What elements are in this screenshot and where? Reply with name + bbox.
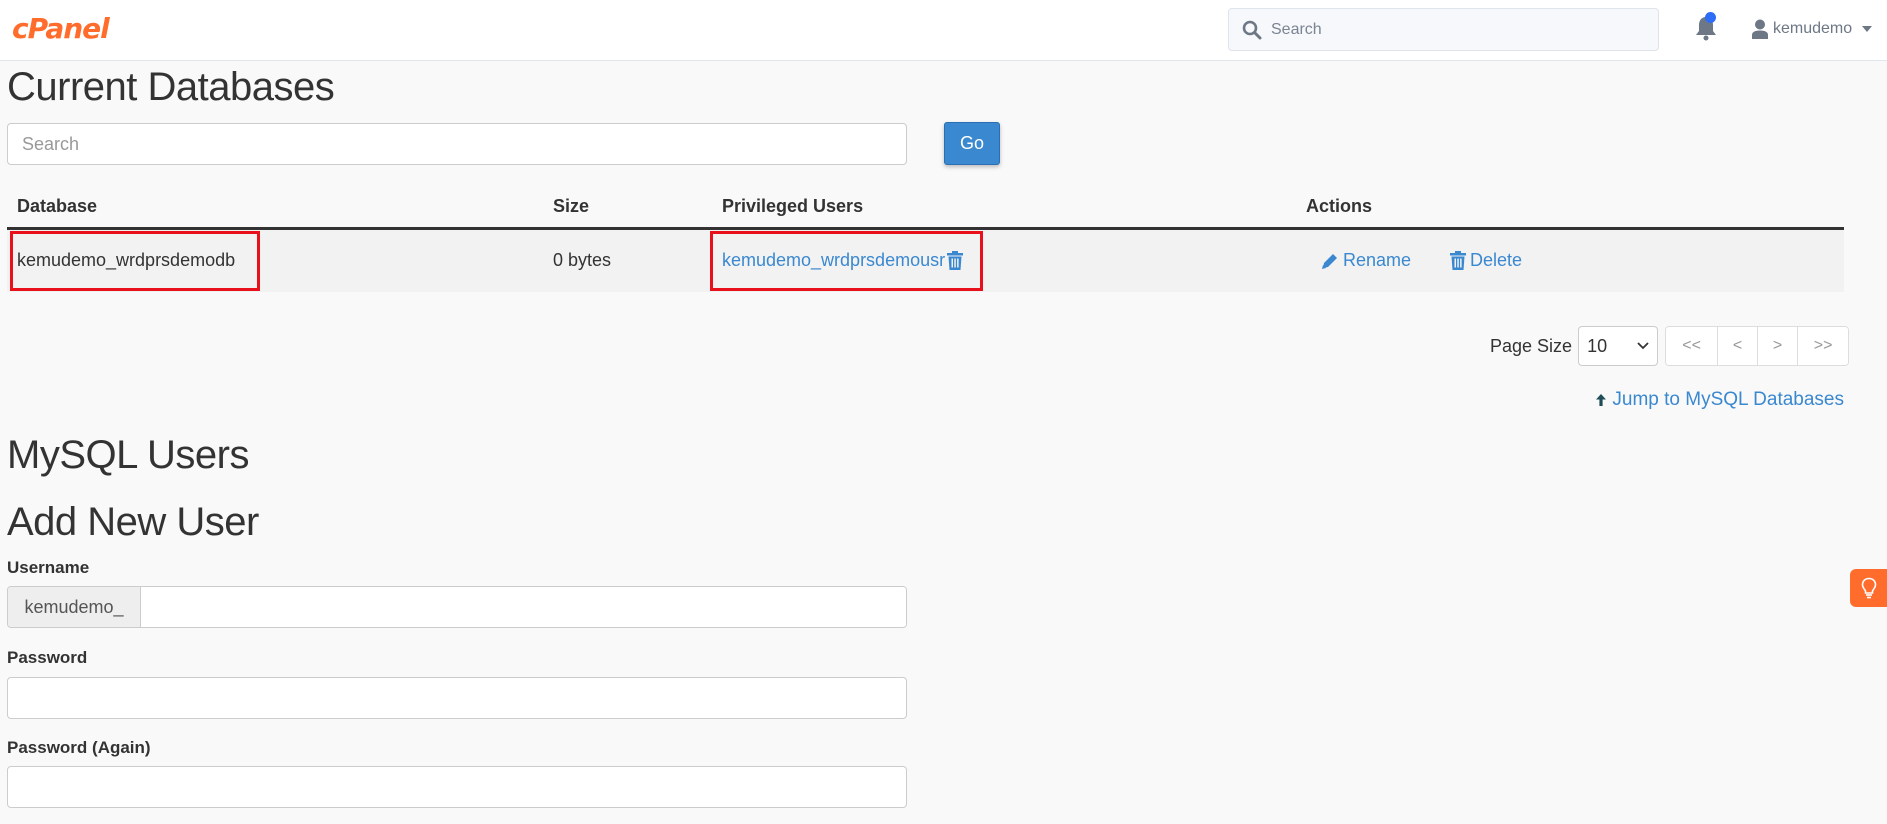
last-page-button[interactable]: >> xyxy=(1797,327,1849,365)
table-header: Database Size Privileged Users Actions xyxy=(7,190,1844,230)
delete-label: Delete xyxy=(1470,250,1523,270)
jump-to-mysql-databases-link[interactable]: Jump to MySQL Databases xyxy=(1595,389,1844,411)
column-header-actions: Actions xyxy=(1306,196,1373,216)
privileged-user-link[interactable]: kemudemo_wrdprsdemousr xyxy=(722,250,945,271)
rename-action[interactable]: Rename xyxy=(1321,250,1411,271)
password-input[interactable] xyxy=(7,677,907,719)
search-icon xyxy=(1242,20,1262,40)
lightbulb-icon xyxy=(1861,577,1876,599)
pencil-icon xyxy=(1322,253,1337,269)
username-input-group: kemudemo_ xyxy=(7,586,907,628)
cpanel-logo[interactable]: cPanel xyxy=(12,12,110,45)
mysql-users-heading: MySQL Users xyxy=(7,433,249,477)
page-size-label: Page Size xyxy=(1490,335,1573,356)
table-row: kemudemo_wrdprsdemodb 0 bytes kemudemo_w… xyxy=(7,230,1844,292)
trash-icon[interactable] xyxy=(947,251,964,270)
next-page-button[interactable]: > xyxy=(1757,327,1798,365)
chevron-down-icon xyxy=(1637,342,1649,350)
database-size: 0 bytes xyxy=(553,250,612,270)
pager: << < > >> xyxy=(1665,326,1850,366)
column-header-database[interactable]: Database xyxy=(17,196,97,217)
global-search xyxy=(1228,8,1659,51)
user-icon xyxy=(1752,19,1768,39)
notification-badge xyxy=(1705,12,1716,23)
delete-action[interactable]: Delete xyxy=(1450,250,1522,271)
database-name: kemudemo_wrdprsdemodb xyxy=(17,250,236,270)
global-search-input[interactable] xyxy=(1271,9,1651,50)
first-page-button[interactable]: << xyxy=(1666,327,1718,365)
tips-button[interactable] xyxy=(1850,569,1887,607)
databases-table: Database Size Privileged Users Actions k… xyxy=(7,190,1844,292)
column-header-privileged-users: Privileged Users xyxy=(722,196,864,216)
previous-page-button[interactable]: < xyxy=(1717,327,1758,365)
password-again-input[interactable] xyxy=(7,766,907,808)
page-size-value: 10 xyxy=(1587,335,1608,356)
go-button[interactable]: Go xyxy=(944,122,1000,165)
username-input[interactable] xyxy=(141,587,906,627)
user-menu[interactable]: kemudemo xyxy=(1751,16,1873,42)
privileged-user-cell: kemudemo_wrdprsdemousr xyxy=(722,250,964,271)
password-label: Password xyxy=(7,648,88,667)
rename-label: Rename xyxy=(1343,250,1412,270)
add-new-user-heading: Add New User xyxy=(7,500,259,544)
pagination-controls: Page Size 10 << < > >> xyxy=(1490,326,1850,366)
top-navbar: cPanel kemudemo xyxy=(0,0,1887,61)
database-search-input[interactable] xyxy=(7,123,907,165)
jump-link-label: Jump to MySQL Databases xyxy=(1612,389,1844,410)
trash-icon xyxy=(1450,251,1466,270)
username-prefix: kemudemo_ xyxy=(8,587,141,627)
chevron-down-icon xyxy=(1862,26,1873,32)
username-label: Username xyxy=(7,558,90,577)
password-again-label: Password (Again) xyxy=(7,738,151,757)
username-label: kemudemo xyxy=(1773,20,1853,37)
arrow-up-icon xyxy=(1596,394,1607,406)
column-header-size[interactable]: Size xyxy=(553,196,589,217)
current-databases-heading: Current Databases xyxy=(7,65,335,109)
page-size-select[interactable]: 10 xyxy=(1578,326,1659,366)
